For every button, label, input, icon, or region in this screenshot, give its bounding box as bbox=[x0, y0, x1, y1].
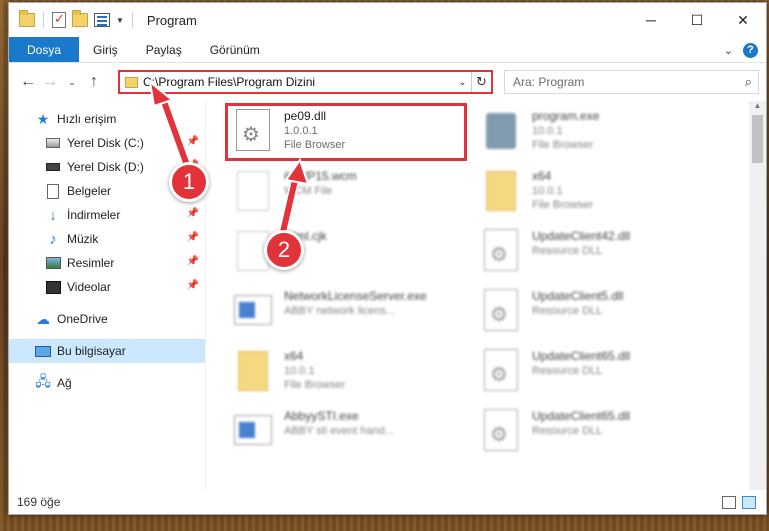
tab-share[interactable]: Paylaş bbox=[132, 37, 196, 62]
disk-icon bbox=[45, 159, 61, 175]
refresh-icon[interactable]: ↻ bbox=[471, 72, 491, 92]
folder-icon bbox=[232, 349, 276, 395]
list-item[interactable]: UpdateClient42.dll Resource DLL bbox=[480, 223, 710, 281]
tab-file[interactable]: Dosya bbox=[9, 37, 80, 62]
search-placeholder: Ara: Program bbox=[513, 75, 585, 89]
toolbar-divider bbox=[43, 12, 44, 28]
minimize-button[interactable]: ─ bbox=[628, 3, 674, 37]
navigation-bar: ← → ⌄ ↑ C:\Program Files\Program Dizini … bbox=[9, 63, 766, 101]
item-count: 169 öğe bbox=[17, 495, 61, 509]
program-icon bbox=[480, 109, 524, 155]
properties-check-icon[interactable] bbox=[52, 11, 66, 28]
list-item[interactable]: UpdateClient65.dll Resource DLL bbox=[480, 403, 710, 461]
dll-icon bbox=[480, 229, 524, 275]
search-input[interactable]: Ara: Program ⌕ bbox=[504, 70, 759, 94]
window-controls: ─ ☐ ✕ bbox=[628, 3, 766, 37]
pictures-icon bbox=[45, 255, 61, 271]
content-area: ★ Hızlı erişim Yerel Disk (C:) 📌 Yerel D… bbox=[9, 101, 766, 490]
videos-icon bbox=[45, 279, 61, 295]
music-icon: ♪ bbox=[49, 230, 57, 248]
dll-icon bbox=[480, 289, 524, 335]
pin-icon: 📌 bbox=[186, 232, 199, 243]
sidebar-item-quick-access[interactable]: ★ Hızlı erişim bbox=[9, 107, 205, 131]
folder-icon bbox=[480, 169, 524, 215]
details-view-icon[interactable] bbox=[722, 496, 736, 509]
download-icon: ↓ bbox=[49, 206, 57, 224]
list-item[interactable]: pe09.dll 1.0.0.1 File Browser bbox=[232, 103, 462, 161]
sidebar-item-pictures[interactable]: Resimler 📌 bbox=[9, 251, 205, 275]
up-arrow-icon[interactable]: ↑ bbox=[83, 73, 105, 91]
expand-ribbon-icon[interactable]: ⌄ bbox=[724, 44, 733, 57]
disk-icon bbox=[45, 135, 61, 151]
help-icon[interactable]: ? bbox=[743, 42, 758, 58]
document-icon bbox=[45, 183, 61, 199]
pin-icon: 📌 bbox=[186, 256, 199, 267]
computer-icon bbox=[35, 343, 51, 359]
quick-access-toolbar: ▼ Program bbox=[9, 3, 197, 37]
navigation-pane: ★ Hızlı erişim Yerel Disk (C:) 📌 Yerel D… bbox=[9, 101, 205, 490]
list-item[interactable]: ilaWP15.wcm WCM File bbox=[232, 163, 462, 221]
customize-dropdown-icon[interactable]: ▼ bbox=[116, 16, 124, 25]
list-item[interactable]: NetworkLicenseServer.exe ABBY network li… bbox=[232, 283, 462, 341]
tiles-view-icon[interactable] bbox=[742, 496, 756, 509]
folder-icon bbox=[125, 76, 138, 88]
tab-view[interactable]: Görünüm bbox=[196, 37, 274, 62]
sidebar-item-music[interactable]: ♪ Müzik 📌 bbox=[9, 227, 205, 251]
list-item[interactable]: UpdateClient5.dll Resource DLL bbox=[480, 283, 710, 341]
address-path[interactable]: C:\Program Files\Program Dizini bbox=[143, 75, 453, 89]
sidebar-item-this-pc[interactable]: Bu bilgisayar bbox=[9, 339, 205, 363]
step-badge-2: 2 bbox=[264, 230, 304, 270]
sidebar-item-videos[interactable]: Videolar 📌 bbox=[9, 275, 205, 299]
window-title: Program bbox=[146, 12, 197, 28]
pin-icon: 📌 bbox=[186, 280, 199, 291]
close-button[interactable]: ✕ bbox=[720, 3, 766, 37]
network-icon: 🖧 bbox=[35, 373, 51, 389]
address-dropdown-icon[interactable]: ⌄ bbox=[453, 77, 471, 88]
address-bar[interactable]: C:\Program Files\Program Dizini ⌄ ↻ bbox=[118, 70, 493, 94]
title-bar: ▼ Program ─ ☐ ✕ bbox=[9, 3, 766, 37]
list-item[interactable]: x64 10.0.1 File Browser bbox=[232, 343, 462, 401]
dll-icon bbox=[480, 349, 524, 395]
forward-arrow-icon[interactable]: → bbox=[39, 73, 61, 91]
toolbar-divider bbox=[131, 12, 133, 28]
back-arrow-icon[interactable]: ← bbox=[17, 73, 39, 91]
exe-icon bbox=[232, 289, 276, 335]
list-item[interactable]: program.exe 10.0.1 File Browser bbox=[480, 103, 710, 161]
folder-icon[interactable] bbox=[19, 10, 35, 27]
sidebar-item-onedrive[interactable]: ☁ OneDrive bbox=[9, 307, 205, 331]
file-icon bbox=[232, 169, 276, 215]
dll-icon bbox=[480, 409, 524, 455]
sidebar-item-downloads[interactable]: ↓ İndirmeler 📌 bbox=[9, 203, 205, 227]
list-properties-icon[interactable] bbox=[94, 13, 110, 27]
cloud-icon: ☁ bbox=[36, 310, 50, 327]
scrollbar-thumb[interactable] bbox=[752, 115, 763, 163]
file-list: pe09.dll 1.0.0.1 File Browser ilaWP15.wc… bbox=[205, 101, 766, 490]
list-item[interactable]: UpdateClient65.dll Resource DLL bbox=[480, 343, 710, 401]
search-icon: ⌕ bbox=[744, 74, 752, 89]
tab-home[interactable]: Giriş bbox=[79, 37, 132, 62]
maximize-button[interactable]: ☐ bbox=[674, 3, 720, 37]
sidebar-item-network[interactable]: 🖧 Ağ bbox=[9, 371, 205, 395]
exe-icon bbox=[232, 409, 276, 455]
vertical-scrollbar[interactable]: ▲ bbox=[749, 101, 766, 490]
pin-icon: 📌 bbox=[186, 136, 199, 147]
recent-locations-icon[interactable]: ⌄ bbox=[61, 77, 83, 88]
dll-icon bbox=[232, 109, 276, 155]
step-badge-1: 1 bbox=[169, 162, 209, 202]
star-icon: ★ bbox=[36, 110, 50, 127]
sidebar-item-disk-c[interactable]: Yerel Disk (C:) 📌 bbox=[9, 131, 205, 155]
ribbon-tabs: Dosya Giriş Paylaş Görünüm ⌄ ? bbox=[9, 37, 766, 63]
list-item[interactable]: x64 10.0.1 File Browser bbox=[480, 163, 710, 221]
scroll-up-icon[interactable]: ▲ bbox=[749, 101, 766, 115]
explorer-window: ▼ Program ─ ☐ ✕ Dosya Giriş Paylaş Görün… bbox=[8, 2, 767, 515]
pin-icon: 📌 bbox=[186, 208, 199, 219]
new-folder-icon[interactable] bbox=[72, 10, 88, 27]
status-bar: 169 öğe bbox=[9, 490, 766, 514]
list-item[interactable]: AbbyySTI.exe ABBY sti event hand... bbox=[232, 403, 462, 461]
